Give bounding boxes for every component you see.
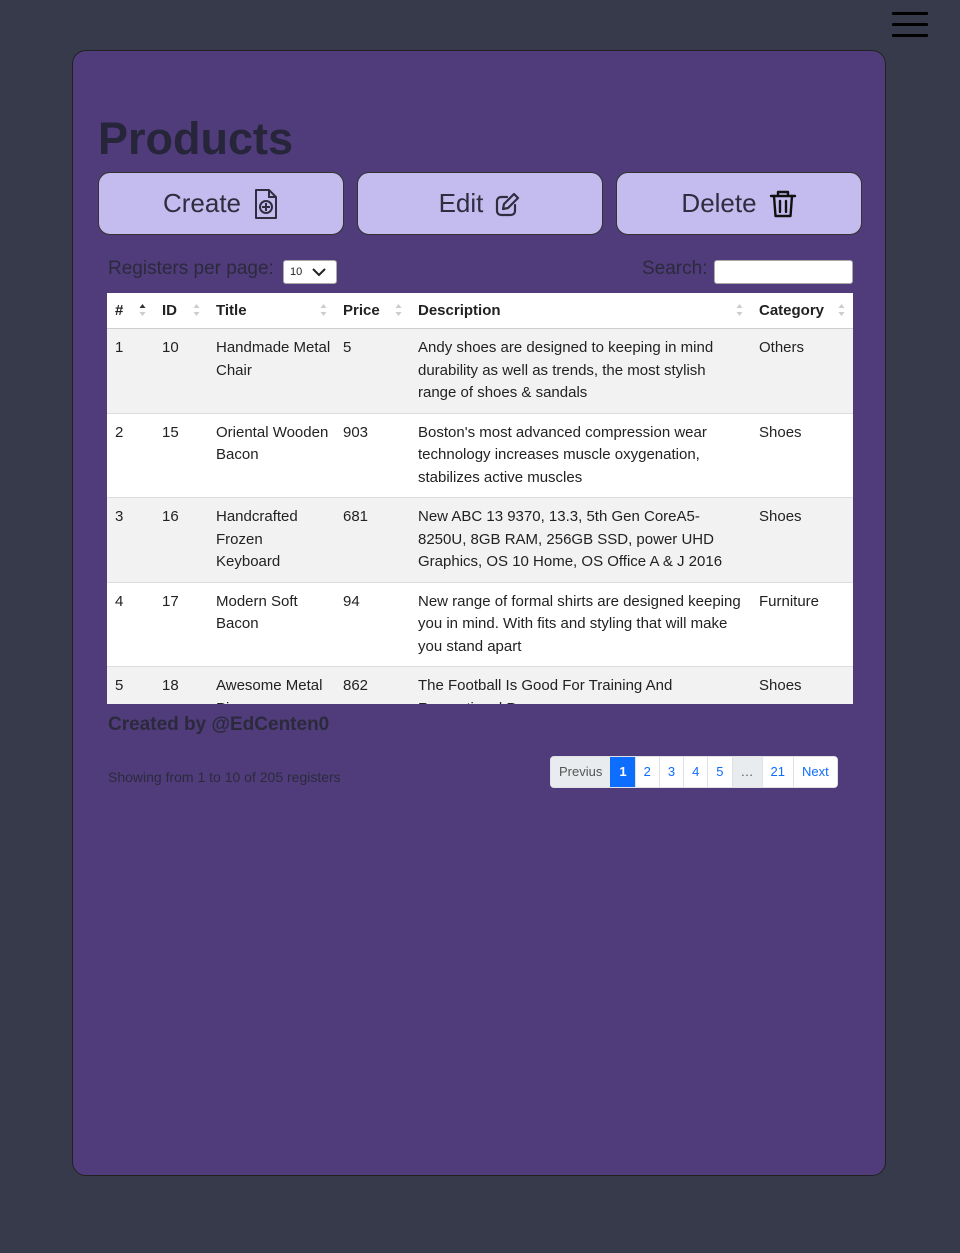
sort-icon [395, 304, 402, 316]
cell-price: 5 [335, 328, 410, 414]
sort-icon [193, 304, 200, 316]
column-header-label: Title [216, 302, 247, 319]
cell-title: Modern Soft Bacon [208, 582, 335, 667]
column-header-price[interactable]: Price [335, 293, 410, 329]
products-table-container[interactable]: # ID Title Price Description Category 1 … [107, 293, 853, 704]
registers-per-page-select[interactable]: 10 [283, 260, 337, 284]
pagination-page-1[interactable]: 1 [610, 757, 635, 787]
cell-number: 5 [107, 666, 154, 704]
table-row[interactable]: 2 15 Oriental Wooden Bacon 903 Boston's … [107, 413, 853, 498]
pagination-page-3[interactable]: 3 [658, 757, 684, 787]
cell-number: 4 [107, 582, 154, 667]
sort-icon [838, 304, 845, 316]
cell-price: 681 [335, 497, 410, 583]
products-table: # ID Title Price Description Category 1 … [107, 293, 853, 704]
cell-price: 903 [335, 413, 410, 498]
cell-number: 3 [107, 497, 154, 583]
cell-id: 15 [154, 413, 208, 498]
cell-id: 17 [154, 582, 208, 667]
products-card: Products Create Edit Delete Registers pe… [72, 50, 886, 1176]
showing-registers-info: Showing from 1 to 10 of 205 registers [108, 769, 341, 785]
create-button[interactable]: Create [98, 172, 344, 235]
cell-category: Others [751, 328, 853, 414]
cell-category: Shoes [751, 497, 853, 583]
registers-per-page-value: 10 [290, 266, 303, 278]
table-row[interactable]: 3 16 Handcrafted Frozen Keyboard 681 New… [107, 497, 853, 583]
table-row[interactable]: 5 18 Awesome Metal Pizza 862 The Footbal… [107, 666, 853, 704]
column-header-number[interactable]: # [107, 293, 154, 329]
search-label: Search: [642, 258, 708, 279]
sort-icon [736, 304, 743, 316]
cell-title: Awesome Metal Pizza [208, 666, 335, 704]
table-row[interactable]: 4 17 Modern Soft Bacon 94 New range of f… [107, 582, 853, 667]
pagination-next[interactable]: Next [793, 757, 837, 787]
cell-title: Handcrafted Frozen Keyboard [208, 497, 335, 583]
pagination: Previus 1 2 3 4 5 … 21 Next [550, 756, 838, 788]
hamburger-menu-button[interactable] [892, 12, 928, 38]
cell-number: 1 [107, 328, 154, 414]
column-header-category[interactable]: Category [751, 293, 853, 329]
pagination-page-4[interactable]: 4 [683, 757, 708, 787]
delete-button[interactable]: Delete [616, 172, 862, 235]
page-title: Products [98, 113, 294, 164]
sort-ascending-icon [139, 304, 146, 316]
cell-description: Andy shoes are designed to keeping in mi… [410, 328, 751, 414]
cell-description: New ABC 13 9370, 13.3, 5th Gen CoreA5-82… [410, 497, 751, 583]
column-header-label: # [115, 302, 124, 319]
delete-button-label: Delete [681, 188, 757, 218]
cell-category: Shoes [751, 666, 853, 704]
trash-icon [769, 189, 797, 219]
pagination-previous[interactable]: Previus [551, 757, 611, 787]
column-header-title[interactable]: Title [208, 293, 335, 329]
cell-description: Boston's most advanced compression wear … [410, 413, 751, 498]
search-input[interactable] [714, 260, 853, 284]
pagination-ellipsis: … [731, 757, 762, 787]
edit-button-label: Edit [438, 188, 484, 218]
column-header-label: Category [759, 302, 825, 319]
pagination-page-21[interactable]: 21 [761, 757, 793, 787]
column-header-label: ID [162, 302, 177, 319]
cell-price: 94 [335, 582, 410, 667]
sort-icon [320, 304, 327, 316]
column-header-id[interactable]: ID [154, 293, 208, 329]
column-header-description[interactable]: Description [410, 293, 751, 329]
cell-description: The Football Is Good For Training And Re… [410, 666, 751, 704]
create-button-label: Create [162, 188, 242, 218]
registers-per-page-label: Registers per page: [108, 258, 274, 279]
cell-id: 16 [154, 497, 208, 583]
edit-button[interactable]: Edit [357, 172, 603, 235]
file-plus-icon [253, 188, 279, 220]
table-row[interactable]: 1 10 Handmade Metal Chair 5 Andy shoes a… [107, 328, 853, 414]
cell-category: Shoes [751, 413, 853, 498]
edit-icon [495, 191, 521, 217]
menu-bar [892, 34, 928, 37]
cell-title: Oriental Wooden Bacon [208, 413, 335, 498]
cell-id: 10 [154, 328, 208, 414]
pagination-page-5[interactable]: 5 [707, 757, 732, 787]
pagination-page-2[interactable]: 2 [634, 757, 659, 787]
column-header-label: Price [343, 302, 380, 319]
cell-description: New range of formal shirts are designed … [410, 582, 751, 667]
created-by-credit: Created by @EdCenten0 [108, 714, 330, 735]
menu-bar [892, 12, 928, 15]
chevron-down-icon [312, 267, 326, 280]
table-header-row: # ID Title Price Description Category [107, 293, 853, 329]
cell-category: Furniture [751, 582, 853, 667]
menu-bar [892, 23, 928, 26]
cell-id: 18 [154, 666, 208, 704]
cell-number: 2 [107, 413, 154, 498]
column-header-label: Description [418, 302, 501, 319]
cell-title: Handmade Metal Chair [208, 328, 335, 414]
cell-price: 862 [335, 666, 410, 704]
